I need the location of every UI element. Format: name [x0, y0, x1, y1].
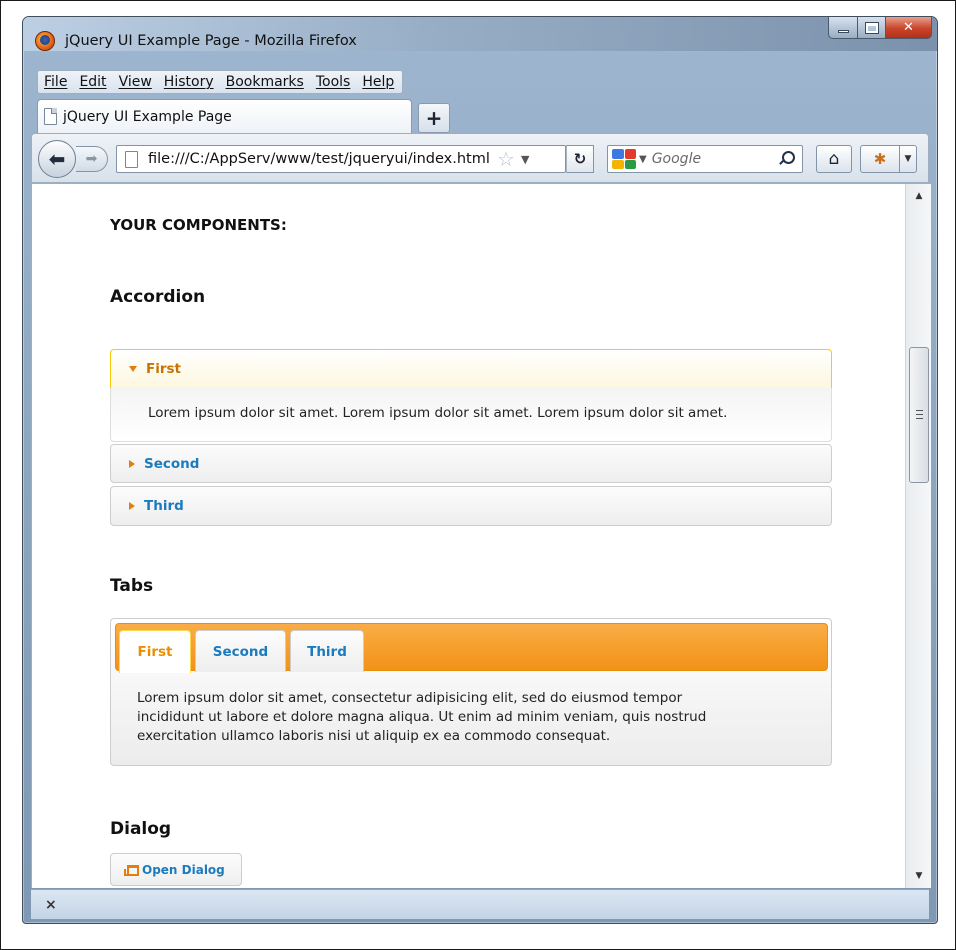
plus-icon: + [425, 106, 443, 130]
window-title: jQuery UI Example Page - Mozilla Firefox [65, 33, 357, 49]
addon-button[interactable]: ✱ [860, 145, 900, 173]
tab-first[interactable]: First [119, 630, 191, 673]
google-engine-icon[interactable] [612, 149, 636, 169]
vertical-scrollbar[interactable]: ▲ ▼ [905, 184, 931, 888]
reload-button[interactable]: ↻ [566, 145, 594, 173]
new-window-icon [124, 864, 139, 876]
accordion-header-label: First [146, 361, 181, 377]
dialog-heading: Dialog [110, 819, 172, 839]
site-identity-icon [125, 150, 138, 168]
search-bar[interactable]: ▼ Google [607, 145, 803, 173]
menu-view[interactable]: View [119, 74, 152, 90]
triangle-right-icon [129, 459, 135, 468]
menu-bar: File Edit View History Bookmarks Tools H… [37, 70, 404, 94]
menu-edit[interactable]: Edit [79, 74, 106, 90]
home-icon: ⌂ [828, 149, 840, 169]
search-engine-dropdown-icon[interactable]: ▼ [639, 154, 647, 165]
tabs-panel: Lorem ipsum dolor sit amet, consectetur … [137, 689, 777, 746]
tab-third[interactable]: Third [290, 630, 364, 672]
back-arrow-icon: ⬅ [48, 147, 66, 171]
accordion-header-label: Second [144, 455, 200, 472]
search-icon[interactable] [778, 151, 795, 167]
minimize-icon [837, 30, 849, 33]
accordion-header-first[interactable]: First [110, 349, 832, 388]
menu-bookmarks[interactable]: Bookmarks [226, 74, 304, 90]
maximize-icon [864, 21, 879, 34]
page-content: YOUR COMPONENTS: Accordion First Lorem i… [31, 184, 905, 888]
tabs-panel-line: incididunt ut labore et dolore magna ali… [137, 709, 707, 725]
accordion-panel-text: Lorem ipsum dolor sit amet. Lorem ipsum … [148, 405, 728, 421]
scroll-down-arrow-icon[interactable]: ▼ [906, 866, 932, 886]
grip-icon [916, 410, 923, 419]
menu-tools[interactable]: Tools [316, 74, 351, 90]
back-button[interactable]: ⬅ [38, 140, 76, 178]
scroll-up-arrow-icon[interactable]: ▲ [906, 186, 932, 206]
tab-second[interactable]: Second [195, 630, 286, 672]
window-controls: ✕ [828, 17, 932, 39]
forward-button[interactable]: ➡ [76, 146, 108, 172]
title-bar: jQuery UI Example Page - Mozilla Firefox… [23, 17, 937, 51]
tab-label: Second [212, 643, 269, 660]
tabs-nav: First Second Third [115, 623, 828, 673]
navigation-toolbar: ⬅ ➡ file:///C:/AppServ/www/test/jqueryui… [31, 133, 929, 183]
url-dropdown-icon[interactable]: ▼ [521, 153, 529, 166]
addon-dropdown-button[interactable]: ▼ [899, 145, 917, 173]
browser-tab[interactable]: jQuery UI Example Page [37, 99, 412, 133]
page-icon [44, 108, 57, 125]
search-input[interactable]: Google [652, 151, 778, 167]
tabs-panel-line: Lorem ipsum dolor sit amet, consectetur … [137, 690, 683, 706]
url-input[interactable]: file:///C:/AppServ/www/test/jqueryui/ind… [148, 151, 493, 167]
close-window-button[interactable]: ✕ [886, 17, 932, 39]
triangle-down-icon [129, 366, 137, 372]
browser-tab-label: jQuery UI Example Page [63, 108, 232, 125]
accordion-header-third[interactable]: Third [110, 486, 832, 526]
triangle-right-icon [129, 502, 135, 510]
open-dialog-button[interactable]: Open Dialog [110, 853, 242, 886]
browser-window: jQuery UI Example Page - Mozilla Firefox… [22, 16, 938, 924]
components-heading: YOUR COMPONENTS: [110, 216, 287, 234]
menu-file[interactable]: File [44, 74, 67, 90]
tabs-widget: First Second Third Lorem ipsum dolor sit… [110, 618, 832, 766]
forward-arrow-icon: ➡ [85, 151, 98, 167]
close-icon: ✕ [903, 20, 914, 35]
tabs-heading: Tabs [110, 576, 154, 596]
chevron-down-icon: ▼ [904, 154, 912, 164]
accordion-header-second[interactable]: Second [110, 444, 832, 483]
new-tab-button[interactable]: + [418, 103, 450, 133]
close-statusbar-icon[interactable]: × [45, 897, 57, 913]
tabs-panel-line: exercitation ullamco laboris nisi ut ali… [137, 728, 611, 744]
accordion-header-label: Third [144, 498, 184, 514]
minimize-button[interactable] [828, 17, 858, 39]
menu-history[interactable]: History [164, 74, 214, 90]
firefox-icon [35, 31, 55, 51]
menu-help[interactable]: Help [362, 74, 394, 90]
open-dialog-label: Open Dialog [142, 862, 225, 877]
tab-label: First [137, 644, 173, 660]
bookmark-star-icon[interactable]: ☆ [497, 147, 515, 171]
bug-icon: ✱ [873, 150, 887, 168]
address-bar[interactable]: file:///C:/AppServ/www/test/jqueryui/ind… [116, 145, 566, 173]
scrollbar-thumb[interactable] [909, 347, 929, 483]
accordion-panel: Lorem ipsum dolor sit amet. Lorem ipsum … [110, 388, 832, 442]
tab-label: Third [307, 643, 347, 660]
maximize-button[interactable] [858, 17, 886, 39]
reload-icon: ↻ [573, 150, 587, 168]
status-bar: × [31, 889, 929, 919]
home-button[interactable]: ⌂ [816, 145, 852, 173]
accordion-heading: Accordion [110, 287, 206, 307]
